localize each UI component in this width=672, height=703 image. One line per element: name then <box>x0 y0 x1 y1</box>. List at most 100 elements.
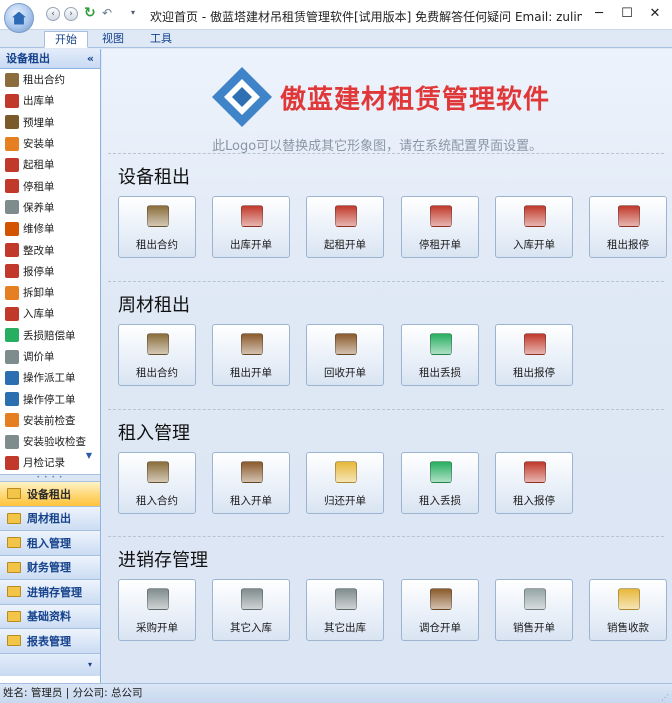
sidebar-item[interactable]: 安装单 <box>0 133 100 154</box>
acceptance-icon <box>5 434 19 449</box>
tile-button[interactable]: 租出报停 <box>495 324 573 386</box>
tab-tools[interactable]: 工具 <box>140 31 182 48</box>
tile-button[interactable]: 起租开单 <box>306 196 384 258</box>
forward-icon[interactable]: › <box>64 7 78 21</box>
tile-button[interactable]: 入库开单 <box>495 196 573 258</box>
report-stop-icon <box>524 333 546 355</box>
tab-start[interactable]: 开始 <box>44 31 88 48</box>
tile-label: 采购开单 <box>136 622 178 634</box>
folder-icon <box>7 512 21 524</box>
tile-button[interactable]: 租入丢损 <box>401 452 479 514</box>
tile-label: 归还开单 <box>324 495 366 507</box>
tile-button[interactable]: 租出报停 <box>589 196 667 258</box>
refresh-icon[interactable]: ↻ <box>84 5 96 21</box>
scroll-down-icon[interactable]: ▼ <box>86 451 92 460</box>
sidebar-item-label: 起租单 <box>23 159 55 172</box>
section-title: 进销存管理 <box>118 550 208 571</box>
resize-grip-icon[interactable]: ⋰ <box>661 689 669 703</box>
tile-label: 销售收款 <box>607 622 649 634</box>
tile-label: 停租开单 <box>419 239 461 251</box>
tile-button[interactable]: 租入合约 <box>118 452 196 514</box>
truck-in-icon <box>5 306 19 321</box>
warehouse-icon <box>430 588 452 610</box>
window-title: 欢迎首页 - 傲蓝塔建材吊租赁管理软件[试用版本] 免费解答任何疑问 Email… <box>150 10 582 24</box>
logo-area: 傲蓝建材租赁管理软件 此Logo可以替换成其它形象图，请在系统配置界面设置。 <box>102 49 672 154</box>
sidebar-group-button[interactable]: 进销存管理 <box>0 580 100 605</box>
sidebar-item[interactable]: 整改单 <box>0 239 100 260</box>
loss-icon <box>5 328 19 343</box>
sidebar-item[interactable]: 操作派工单 <box>0 367 100 388</box>
sidebar-item[interactable]: 安装验收检查 <box>0 431 100 452</box>
maximize-button[interactable]: ☐ <box>616 4 638 24</box>
tile-button[interactable]: 归还开单 <box>306 452 384 514</box>
sidebar-item[interactable]: 调价单 <box>0 346 100 367</box>
back-icon[interactable]: ‹ <box>46 7 60 21</box>
tile-button[interactable]: 其它出库 <box>306 579 384 641</box>
sidebar-group-button[interactable]: 报表管理 <box>0 629 100 654</box>
sidebar-item[interactable]: 保养单 <box>0 197 100 218</box>
sidebar-title: 设备租出 <box>6 52 50 65</box>
contract-icon <box>147 333 169 355</box>
tile-button[interactable]: 销售收款 <box>589 579 667 641</box>
tile-button[interactable]: 回收开单 <box>306 324 384 386</box>
main-panel: 傲蓝建材租赁管理软件 此Logo可以替换成其它形象图，请在系统配置界面设置。 设… <box>102 49 672 683</box>
tile-button[interactable]: 其它入库 <box>212 579 290 641</box>
tile-button[interactable]: 销售开单 <box>495 579 573 641</box>
sidebar-item[interactable]: 拆卸单 <box>0 282 100 303</box>
sidebar-footer[interactable]: ▾ <box>0 653 100 676</box>
tile-label: 起租开单 <box>324 239 366 251</box>
tile-label: 租入合约 <box>136 495 178 507</box>
sidebar-item[interactable]: 预埋单 <box>0 112 100 133</box>
tile-button[interactable]: 租出合约 <box>118 324 196 386</box>
repair-icon <box>5 221 19 236</box>
app-menu-button[interactable] <box>4 3 34 33</box>
sidebar-group-button[interactable]: 设备租出 <box>0 482 100 507</box>
sales-doc-icon <box>524 588 546 610</box>
tile-button[interactable]: 租出合约 <box>118 196 196 258</box>
tile-button[interactable]: 租入开单 <box>212 452 290 514</box>
undo-icon[interactable]: ↶ <box>102 6 112 20</box>
house-in-icon <box>241 461 263 483</box>
tile-button[interactable]: 租出丢损 <box>401 324 479 386</box>
sidebar-item[interactable]: 停租单 <box>0 175 100 196</box>
sidebar-item[interactable]: 维修单 <box>0 218 100 239</box>
box-out-icon <box>335 588 357 610</box>
tab-view[interactable]: 视图 <box>92 31 134 48</box>
sidebar-item[interactable]: 出库单 <box>0 90 100 111</box>
tile-button[interactable]: 出库开单 <box>212 196 290 258</box>
tile-label: 租入丢损 <box>419 495 461 507</box>
sidebar-item[interactable]: 安装前检查 <box>0 410 100 431</box>
tile-button[interactable]: 采购开单 <box>118 579 196 641</box>
sidebar-item[interactable]: 起租单 <box>0 154 100 175</box>
collapse-sidebar-icon[interactable]: « <box>87 49 94 68</box>
tile-button[interactable]: 租入报停 <box>495 452 573 514</box>
house-return-icon <box>335 333 357 355</box>
sidebar-item[interactable]: 丢损赔偿单 <box>0 325 100 346</box>
tile-button[interactable]: 调仓开单 <box>401 579 479 641</box>
truck-out-icon <box>5 93 19 108</box>
sidebar-item[interactable]: 报停单 <box>0 261 100 282</box>
sidebar-splitter[interactable]: • • • • <box>0 474 100 482</box>
contract-icon <box>5 72 19 87</box>
sidebar-group-button[interactable]: 周材租出 <box>0 506 100 531</box>
maintenance-icon <box>5 200 19 215</box>
pre-check-icon <box>5 413 19 428</box>
shovel-icon <box>5 115 19 130</box>
sidebar-group-button[interactable]: 租入管理 <box>0 531 100 556</box>
tile-label: 租入开单 <box>230 495 272 507</box>
sidebar-item-label: 操作停工单 <box>23 393 76 406</box>
tile-button[interactable]: 租出开单 <box>212 324 290 386</box>
close-button[interactable]: ✕ <box>644 4 666 24</box>
quick-access-dropdown-icon[interactable]: ▾ <box>131 8 135 17</box>
sidebar-item[interactable]: 租出合约 <box>0 69 100 90</box>
ribbon-tabbar: 开始 视图 工具 <box>0 30 672 48</box>
sidebar-group-button[interactable]: 基础资料 <box>0 604 100 629</box>
tile-label: 租出报停 <box>607 239 649 251</box>
sidebar-item[interactable]: 操作停工单 <box>0 388 100 409</box>
calendar-stop-icon <box>5 179 19 194</box>
minimize-button[interactable]: ─ <box>588 4 610 24</box>
tile-label: 出库开单 <box>230 239 272 251</box>
tile-button[interactable]: 停租开单 <box>401 196 479 258</box>
sidebar-group-button[interactable]: 财务管理 <box>0 555 100 580</box>
sidebar-item[interactable]: 入库单 <box>0 303 100 324</box>
